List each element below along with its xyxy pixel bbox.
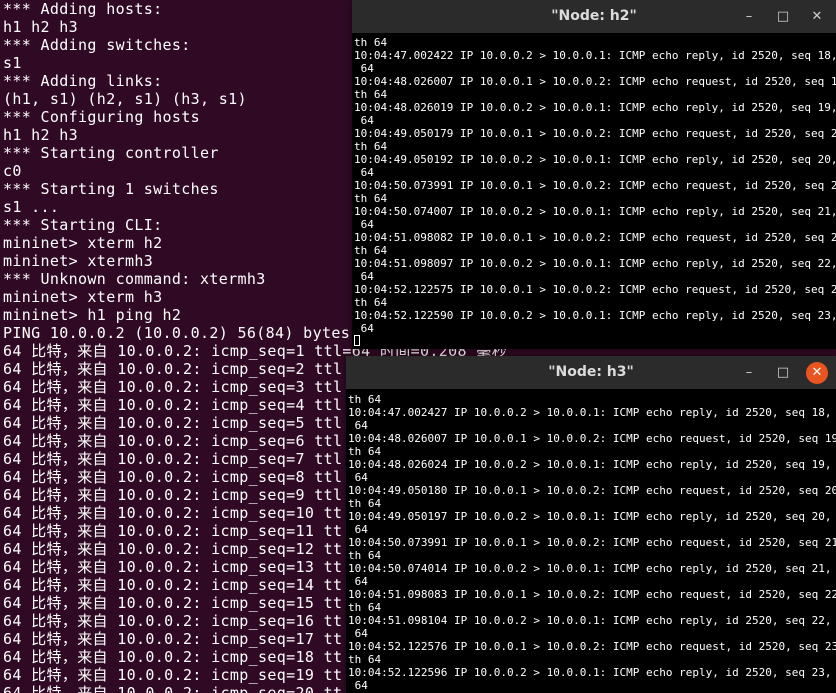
xterm-line: 10:04:52.122596 IP 10.0.0.2 > 10.0.0.1: … [348, 666, 836, 679]
minimize-button-node-h2[interactable]: – [738, 6, 760, 28]
xterm-window-node-h3[interactable]: "Node: h3" – □ ✕ th 64 10:04:47.002427 IP… [346, 356, 836, 693]
xterm-line: 64 [348, 523, 368, 536]
maximize-button-node-h3[interactable]: □ [772, 362, 794, 384]
xterm-line: 64 [354, 218, 374, 231]
xterm-line: th 64 [348, 549, 382, 562]
terminal-cursor [354, 335, 836, 348]
xterm-line: 10:04:50.073991 IP 10.0.0.1 > 10.0.0.2: … [354, 179, 836, 192]
xterm-line: 10:04:51.098083 IP 10.0.0.1 > 10.0.0.2: … [348, 588, 836, 601]
xterm-line: 10:04:49.050197 IP 10.0.0.2 > 10.0.0.1: … [348, 510, 836, 523]
xterm-line: 64 [348, 627, 368, 640]
maximize-icon: □ [776, 365, 790, 380]
xterm-line: th 64 [348, 497, 382, 510]
xterm-line: th 64 [354, 140, 388, 153]
xterm-line: th 64 [354, 192, 388, 205]
xterm-line: 10:04:47.002427 IP 10.0.0.2 > 10.0.0.1: … [348, 406, 836, 419]
xterm-line: 10:04:51.098097 IP 10.0.0.2 > 10.0.0.1: … [354, 257, 836, 270]
xterm-line: 10:04:50.074014 IP 10.0.0.2 > 10.0.0.1: … [348, 562, 836, 575]
xterm-line: 10:04:47.002422 IP 10.0.0.2 > 10.0.0.1: … [354, 49, 836, 62]
xterm-line: 64 [354, 322, 374, 335]
xterm-line: 64 [354, 270, 374, 283]
xterm-line: 64 [348, 575, 368, 588]
xterm-line: 10:04:49.050192 IP 10.0.0.2 > 10.0.0.1: … [354, 153, 836, 166]
xterm-line: 10:04:48.026007 IP 10.0.0.1 > 10.0.0.2: … [354, 75, 836, 88]
xterm-line: 64 [348, 679, 368, 692]
minimize-button-node-h3[interactable]: – [738, 362, 760, 384]
xterm-line: 10:04:52.122575 IP 10.0.0.1 > 10.0.0.2: … [354, 283, 836, 296]
xterm-line: 64 [354, 114, 374, 127]
close-icon: ✕ [811, 9, 823, 24]
minimize-icon: – [745, 365, 753, 380]
xterm-line: 10:04:50.074007 IP 10.0.0.2 > 10.0.0.1: … [354, 205, 836, 218]
close-button-node-h2[interactable]: ✕ [806, 6, 828, 28]
xterm-line: th 64 [354, 296, 388, 309]
cursor-block [354, 335, 360, 346]
xterm-line: th 64 [354, 244, 388, 257]
minimize-icon: – [745, 9, 753, 24]
xterm-line: th 64 [348, 653, 382, 666]
xterm-line: th 64 [348, 393, 382, 406]
xterm-line: th 64 [348, 601, 382, 614]
xterm-line: 10:04:50.073991 IP 10.0.0.1 > 10.0.0.2: … [348, 536, 836, 549]
xterm-line: th 64 [348, 445, 382, 458]
xterm-line: 64 [348, 419, 368, 432]
xterm-line: 10:04:49.050179 IP 10.0.0.1 > 10.0.0.2: … [354, 127, 836, 140]
xterm-line: 10:04:52.122590 IP 10.0.0.2 > 10.0.0.1: … [354, 309, 836, 322]
xterm-line: 10:04:48.026024 IP 10.0.0.2 > 10.0.0.1: … [348, 458, 836, 471]
window-title-node-h3: "Node: h3" [548, 364, 634, 380]
xterm-line: 10:04:51.098104 IP 10.0.0.2 > 10.0.0.1: … [348, 614, 836, 627]
xterm-line: 64 [354, 62, 374, 75]
maximize-icon: □ [776, 9, 790, 24]
xterm-window-node-h2[interactable]: "Node: h2" – □ ✕ th 64 10:04:47.002422 IP… [352, 0, 836, 349]
xterm-line: 10:04:48.026019 IP 10.0.0.2 > 10.0.0.1: … [354, 101, 836, 114]
close-button-node-h3[interactable]: ✕ [806, 361, 828, 384]
xterm-line: 10:04:52.122576 IP 10.0.0.1 > 10.0.0.2: … [348, 640, 836, 653]
titlebar-node-h2[interactable]: "Node: h2" – □ ✕ [352, 0, 836, 33]
window-title-node-h2: "Node: h2" [551, 8, 637, 24]
xterm-line: 10:04:51.098082 IP 10.0.0.1 > 10.0.0.2: … [354, 231, 836, 244]
xterm-line: 64 [354, 166, 374, 179]
maximize-button-node-h2[interactable]: □ [772, 6, 794, 28]
xterm-line: 64 [348, 471, 368, 484]
terminal-output-node-h2[interactable]: th 64 10:04:47.002422 IP 10.0.0.2 > 10.0.… [352, 36, 836, 349]
xterm-line: 10:04:49.050180 IP 10.0.0.1 > 10.0.0.2: … [348, 484, 836, 497]
close-icon: ✕ [811, 365, 823, 380]
terminal-output-node-h3[interactable]: th 64 10:04:47.002427 IP 10.0.0.2 > 10.0.… [346, 393, 836, 693]
titlebar-node-h3[interactable]: "Node: h3" – □ ✕ [346, 356, 836, 389]
xterm-line: 10:04:48.026007 IP 10.0.0.1 > 10.0.0.2: … [348, 432, 836, 445]
xterm-line: th 64 [354, 36, 388, 49]
xterm-line: th 64 [354, 88, 388, 101]
